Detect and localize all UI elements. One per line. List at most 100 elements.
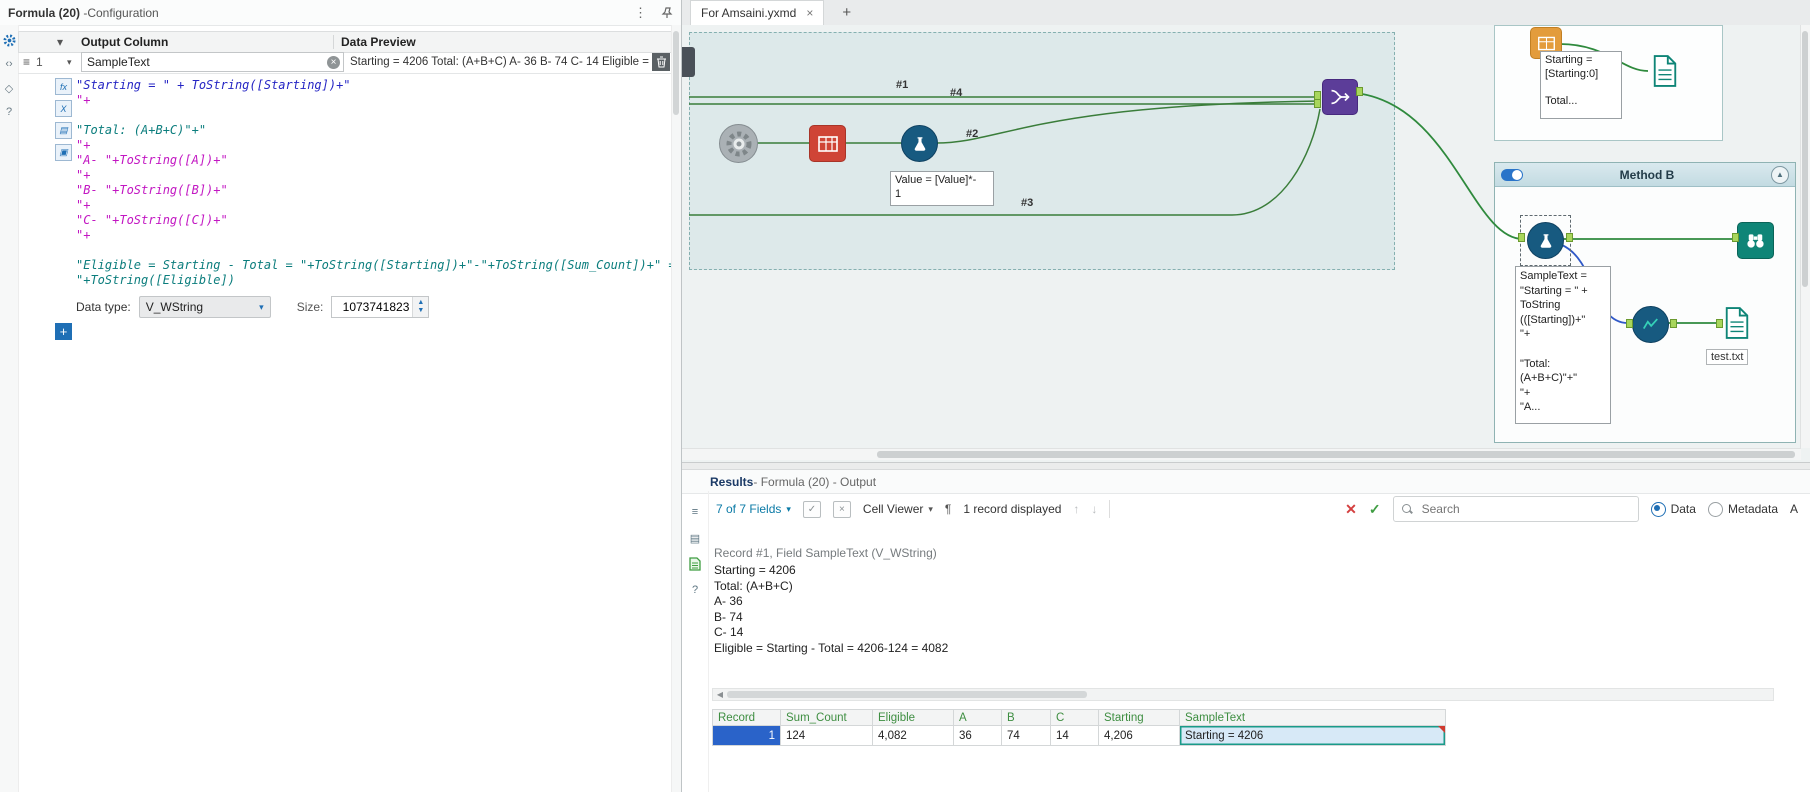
formula-line[interactable]: "+ — [76, 228, 667, 243]
join-tool[interactable] — [1322, 79, 1358, 115]
formula-line[interactable]: "C- "+ToString([C])+" — [76, 213, 667, 228]
code-icon[interactable]: ‹› — [2, 57, 16, 71]
formula-line[interactable]: "Starting = " + ToString([Starting])+" — [76, 78, 667, 93]
select-cells-icon[interactable]: ✓ — [802, 500, 821, 518]
deselect-cells-icon[interactable]: × — [832, 500, 851, 518]
formula-line[interactable]: "+ — [76, 168, 667, 183]
connection-anchor[interactable] — [1626, 319, 1633, 328]
formula-tool[interactable] — [901, 125, 938, 162]
row-chevron-icon[interactable]: ▾ — [67, 57, 81, 68]
field-name-input[interactable] — [85, 54, 327, 70]
data-type-dropdown[interactable]: V_WString ▾ — [138, 296, 271, 318]
starting-annotation[interactable]: Starting = [Starting:0] Total... — [1540, 51, 1622, 119]
sampletext-annotation[interactable]: SampleText = "Starting = " + ToString (([St… — [1515, 266, 1611, 424]
formula-line[interactable]: "+ — [76, 138, 667, 153]
column-header-sum_count[interactable]: Sum_Count — [781, 709, 873, 726]
panel-menu-icon[interactable]: ⋮ — [634, 5, 647, 21]
data-radio[interactable]: Data — [1650, 501, 1696, 517]
collapse-container-button[interactable]: ▲ — [1771, 165, 1789, 184]
help-icon[interactable]: ? — [688, 583, 702, 597]
formula-line[interactable]: "A- "+ToString([A])+" — [76, 153, 667, 168]
list-icon[interactable]: ≡ — [688, 505, 702, 519]
results-splitter[interactable] — [682, 462, 1810, 470]
macro-gear-tool[interactable] — [719, 124, 758, 163]
browse-tool[interactable] — [1737, 222, 1774, 259]
column-header-b[interactable]: B — [1002, 709, 1051, 726]
column-header-record[interactable]: Record — [712, 709, 781, 726]
chart-tool[interactable] — [1632, 306, 1669, 343]
file-icon[interactable] — [688, 557, 702, 571]
save-expression-icon[interactable]: ▣ — [55, 144, 72, 161]
fx-icon[interactable]: fx — [55, 78, 72, 95]
formula-line[interactable]: "+ToString([Eligible]) — [76, 273, 667, 288]
crosstab-tool[interactable] — [809, 125, 846, 162]
search-input[interactable] — [1419, 501, 1630, 517]
connection-anchor[interactable] — [1314, 99, 1321, 108]
workflow-canvas[interactable]: Method B ▲ Starting = [Starting:0] Total.… — [682, 25, 1810, 462]
formula-line[interactable]: "+ — [76, 198, 667, 213]
canvas-vertical-scrollbar[interactable] — [1800, 25, 1810, 448]
canvas-vscroll-thumb[interactable] — [1802, 31, 1808, 287]
grid-cell-sampletext[interactable]: Starting = 4206 — [1180, 726, 1446, 746]
connection-anchor[interactable] — [1716, 319, 1723, 328]
formula-line[interactable] — [76, 243, 667, 258]
column-header-c[interactable]: C — [1051, 709, 1099, 726]
help-icon[interactable]: ? — [2, 105, 16, 119]
connection-anchor[interactable] — [1732, 233, 1739, 242]
grid-cell-b[interactable]: 74 — [1002, 726, 1051, 746]
truncated-toolbar-option[interactable]: A — [1790, 502, 1804, 516]
column-header-a[interactable]: A — [954, 709, 1002, 726]
clear-field-icon[interactable]: × — [327, 55, 340, 69]
formula-line[interactable]: "+ — [76, 93, 667, 108]
output-file-icon-test[interactable] — [1722, 305, 1752, 341]
metadata-radio[interactable]: Metadata — [1707, 501, 1778, 517]
apply-search-button[interactable]: ✓ — [1369, 501, 1381, 518]
workflow-tab[interactable]: For Amsaini.yxmd × — [690, 0, 825, 25]
columns-icon[interactable]: ▤ — [55, 122, 72, 139]
gear-icon[interactable] — [2, 33, 16, 47]
column-header-eligible[interactable]: Eligible — [873, 709, 954, 726]
connection-anchor[interactable] — [1670, 319, 1677, 328]
new-tab-button[interactable]: + — [836, 4, 857, 21]
add-expression-button[interactable]: + — [55, 323, 72, 340]
output-column-field[interactable]: × — [81, 52, 344, 72]
grid-cell-eligible[interactable]: 4,082 — [873, 726, 954, 746]
connection-anchor[interactable] — [1356, 87, 1363, 96]
cell-viewer-scrollbar[interactable]: ◀ — [712, 688, 1774, 701]
output-file-icon[interactable] — [1650, 53, 1680, 89]
grid-cell-c[interactable]: 14 — [1051, 726, 1099, 746]
formula-tool-method-b[interactable] — [1527, 222, 1564, 259]
config-scrollbar-thumb[interactable] — [673, 31, 679, 115]
chevron-down-icon[interactable]: ▾ — [19, 35, 63, 49]
column-header-sampletext[interactable]: SampleText — [1180, 709, 1446, 726]
connection-anchor[interactable] — [1518, 233, 1525, 242]
config-scrollbar[interactable] — [671, 25, 681, 792]
test-value-icon[interactable]: X — [55, 100, 72, 117]
grid-cell-starting[interactable]: 4,206 — [1099, 726, 1180, 746]
formula-line[interactable]: "Total: (A+B+C)"+" — [76, 123, 667, 138]
canvas-hscroll-thumb[interactable] — [877, 451, 1795, 458]
formula-line[interactable]: "B- "+ToString([B])+" — [76, 183, 667, 198]
formula-line[interactable]: "Eligible = Starting - Total = "+ToStrin… — [76, 258, 676, 273]
column-header-starting[interactable]: Starting — [1099, 709, 1180, 726]
cell-viewer-dropdown[interactable]: Cell Viewer ▾ — [863, 502, 933, 516]
size-stepper[interactable]: ▲ ▼ — [412, 297, 429, 317]
row-gutter[interactable]: ≡ 1 — [18, 55, 67, 69]
expression-editor[interactable]: "Starting = " + ToString([Starting])+" "+… — [76, 78, 676, 290]
pin-icon[interactable] — [661, 6, 673, 19]
next-record-icon[interactable]: ↓ — [1091, 502, 1097, 516]
canvas-horizontal-scrollbar[interactable] — [682, 448, 1801, 460]
selected-tool-container[interactable] — [689, 32, 1395, 270]
grid-cell-sum_count[interactable]: 124 — [781, 726, 873, 746]
grid-cell-record[interactable]: 1 — [712, 726, 781, 746]
formula-line[interactable] — [76, 108, 667, 123]
delete-expression-button[interactable] — [652, 53, 670, 71]
size-field[interactable]: ▲▼ — [331, 296, 430, 318]
size-input[interactable] — [332, 300, 413, 314]
grid-cell-a[interactable]: 36 — [954, 726, 1002, 746]
fields-dropdown[interactable]: 7 of 7 Fields ▾ — [716, 502, 791, 516]
drag-handle-icon[interactable]: ≡ — [23, 55, 30, 69]
search-field[interactable] — [1392, 496, 1639, 522]
container-toggle[interactable] — [1501, 168, 1523, 181]
value-annotation[interactable]: Value = [Value]*- 1 — [890, 171, 994, 206]
